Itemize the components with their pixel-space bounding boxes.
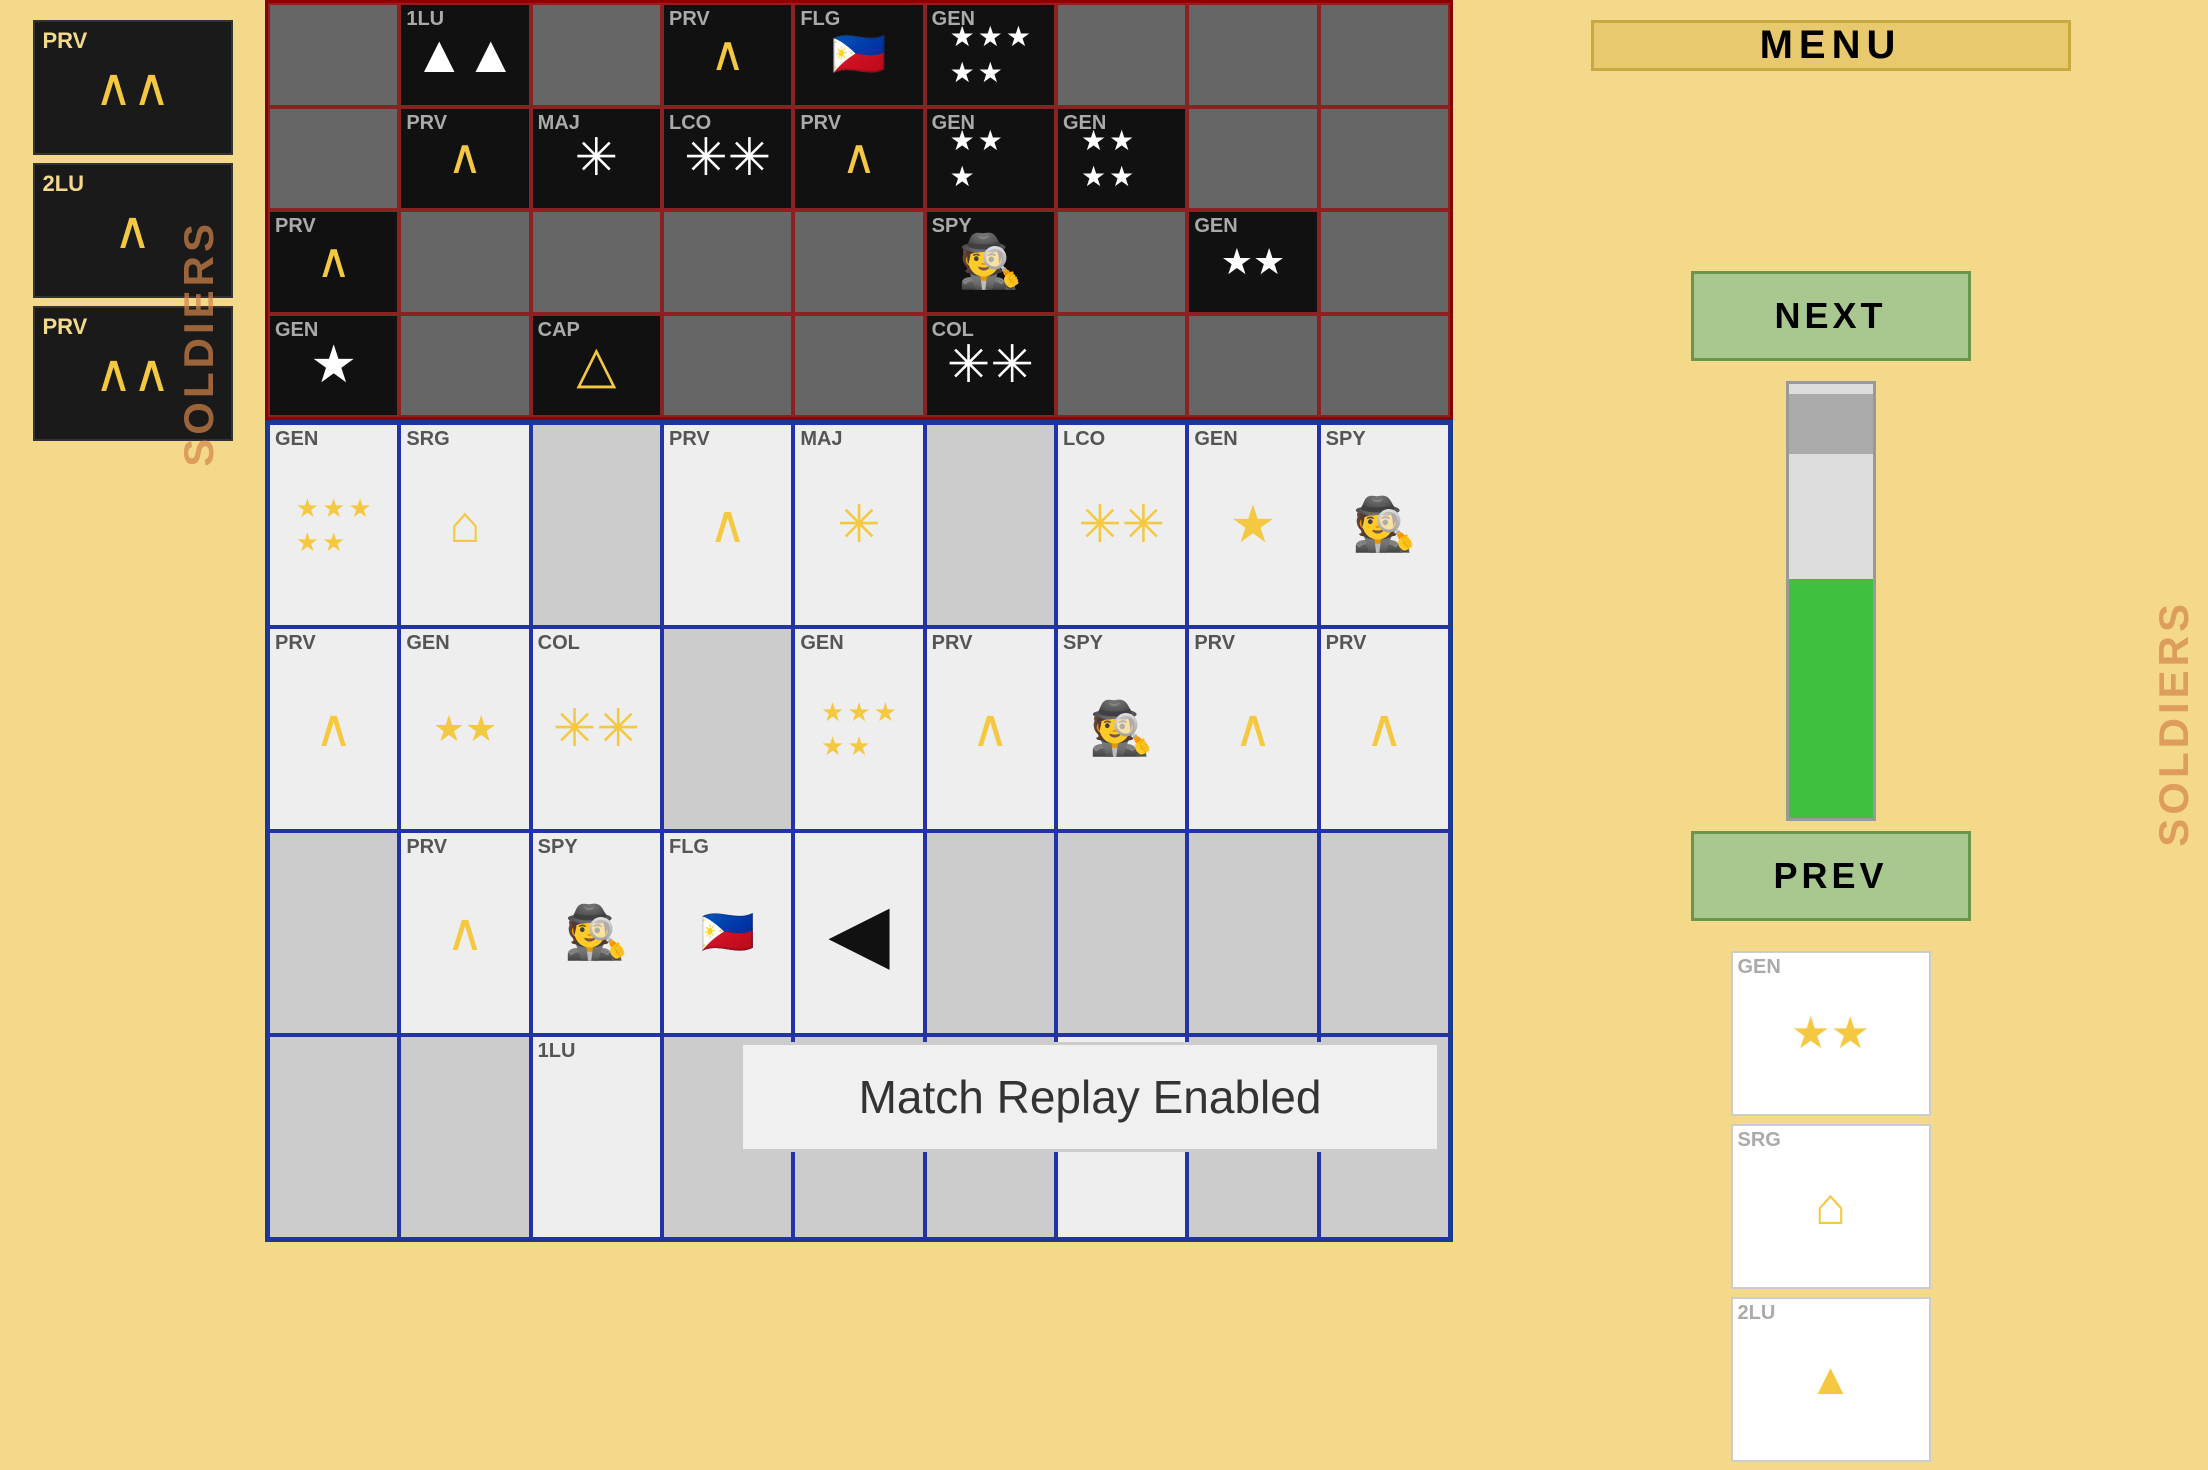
table-row[interactable]: SPY 🕵	[1319, 423, 1450, 627]
table-row[interactable]: GEN ★★★ ★★	[268, 423, 399, 627]
table-row[interactable]: SPY 🕵	[1056, 627, 1187, 831]
rank-label-2: 2LU	[43, 171, 85, 197]
table-row[interactable]: 1LU	[531, 1035, 662, 1239]
table-row[interactable]: SPY 🕵	[531, 831, 662, 1035]
table-row	[399, 210, 530, 314]
rank-symbol-3: ∧∧	[94, 348, 170, 400]
left-rank-card-1[interactable]: PRV ∧∧	[33, 20, 233, 155]
rank-symbol-1: ∧∧	[94, 62, 170, 114]
table-row[interactable]: PRV ∧	[1187, 627, 1318, 831]
table-row	[1056, 314, 1187, 418]
table-row[interactable]: PRV ∧	[268, 627, 399, 831]
table-row[interactable]: GEN ★★	[399, 627, 530, 831]
table-row[interactable]: FLG 🇵🇭	[662, 831, 793, 1035]
table-row[interactable]: CAP △	[531, 314, 662, 418]
table-row	[1056, 3, 1187, 107]
right-soldiers-label: SOLDIERS	[2150, 600, 2198, 847]
table-row[interactable]: PRV ∧	[662, 423, 793, 627]
table-row	[662, 210, 793, 314]
notification-text: Match Replay Enabled	[859, 1071, 1322, 1123]
table-row	[1056, 210, 1187, 314]
table-row	[793, 314, 924, 418]
table-row[interactable]: 1LU ▲▲	[399, 3, 530, 107]
rank-label-1: PRV	[43, 28, 88, 54]
table-row	[1187, 831, 1318, 1035]
table-row[interactable]: ◀	[793, 831, 924, 1035]
table-row[interactable]: MAJ ✳	[531, 107, 662, 211]
table-row	[925, 831, 1056, 1035]
table-row[interactable]: GEN ★	[1187, 423, 1318, 627]
table-row	[1056, 831, 1187, 1035]
left-sidebar: PRV ∧∧ 2LU ∧ PRV ∧∧ SOLDIERS	[0, 0, 265, 1242]
table-row	[793, 210, 924, 314]
table-row[interactable]: PRV ∧	[399, 831, 530, 1035]
notification-bar: Match Replay Enabled	[740, 1042, 1440, 1152]
table-row	[1187, 107, 1318, 211]
left-soldiers-label: SOLDIERS	[175, 220, 223, 467]
table-row	[399, 314, 530, 418]
rank-label-3: PRV	[43, 314, 88, 340]
table-row	[1187, 314, 1318, 418]
right-rank-card-1[interactable]: GEN ★★	[1731, 951, 1931, 1116]
rank-symbol-2: ∧	[113, 205, 151, 257]
progress-thumb	[1789, 394, 1873, 454]
progress-fill	[1789, 579, 1873, 818]
table-row	[925, 423, 1056, 627]
table-row	[531, 423, 662, 627]
table-row[interactable]: FLG 🇵🇭	[793, 3, 924, 107]
table-row	[1319, 831, 1450, 1035]
table-row	[1319, 210, 1450, 314]
prev-button[interactable]: PREV	[1691, 831, 1971, 921]
table-row	[1319, 3, 1450, 107]
table-row[interactable]: PRV ∧	[399, 107, 530, 211]
menu-button[interactable]: MENU	[1591, 20, 2071, 71]
table-row[interactable]: LCO ✳✳	[662, 107, 793, 211]
table-row	[1319, 314, 1450, 418]
table-row	[268, 1035, 399, 1239]
right-rank-card-3[interactable]: 2LU ▲	[1731, 1297, 1931, 1462]
table-row[interactable]: GEN ★	[268, 314, 399, 418]
table-row	[1187, 3, 1318, 107]
next-button[interactable]: NEXT	[1691, 271, 1971, 361]
table-row[interactable]: GEN ★★ ★	[925, 107, 1056, 211]
table-row[interactable]: GEN ★★★ ★★	[925, 3, 1056, 107]
table-row[interactable]: GEN ★★ ★★	[1056, 107, 1187, 211]
table-row	[268, 3, 399, 107]
table-row	[268, 831, 399, 1035]
table-row[interactable]: PRV ∧	[1319, 627, 1450, 831]
table-row	[531, 210, 662, 314]
progress-bar[interactable]	[1786, 381, 1876, 821]
table-row[interactable]: LCO ✳✳	[1056, 423, 1187, 627]
table-row[interactable]: PRV ∧	[793, 107, 924, 211]
table-row	[662, 627, 793, 831]
board-wrapper: 1LU ▲▲ PRV ∧ FLG 🇵🇭 GEN ★★★ ★★ PRV ∧	[265, 0, 1453, 1242]
table-row[interactable]: COL ✳✳	[531, 627, 662, 831]
table-row[interactable]: COL ✳✳	[925, 314, 1056, 418]
enemy-board: 1LU ▲▲ PRV ∧ FLG 🇵🇭 GEN ★★★ ★★ PRV ∧	[265, 0, 1453, 420]
right-rank-card-2[interactable]: SRG ⌂	[1731, 1124, 1931, 1289]
table-row[interactable]: SRG ⌂	[399, 423, 530, 627]
table-row	[662, 314, 793, 418]
table-row[interactable]: SPY 🕵	[925, 210, 1056, 314]
table-row[interactable]: PRV ∧	[925, 627, 1056, 831]
table-row	[1319, 107, 1450, 211]
table-row	[399, 1035, 530, 1239]
table-row[interactable]: GEN ★★	[1187, 210, 1318, 314]
table-row[interactable]: PRV ∧	[268, 210, 399, 314]
table-row[interactable]: PRV ∧	[662, 3, 793, 107]
table-row[interactable]: MAJ ✳	[793, 423, 924, 627]
table-row[interactable]: GEN ★★★ ★★	[793, 627, 924, 831]
table-row	[531, 3, 662, 107]
table-row	[268, 107, 399, 211]
right-panel: MENU NEXT PREV GEN ★★ SRG ⌂ 2LU ▲ SOLDIE…	[1453, 0, 2208, 1242]
